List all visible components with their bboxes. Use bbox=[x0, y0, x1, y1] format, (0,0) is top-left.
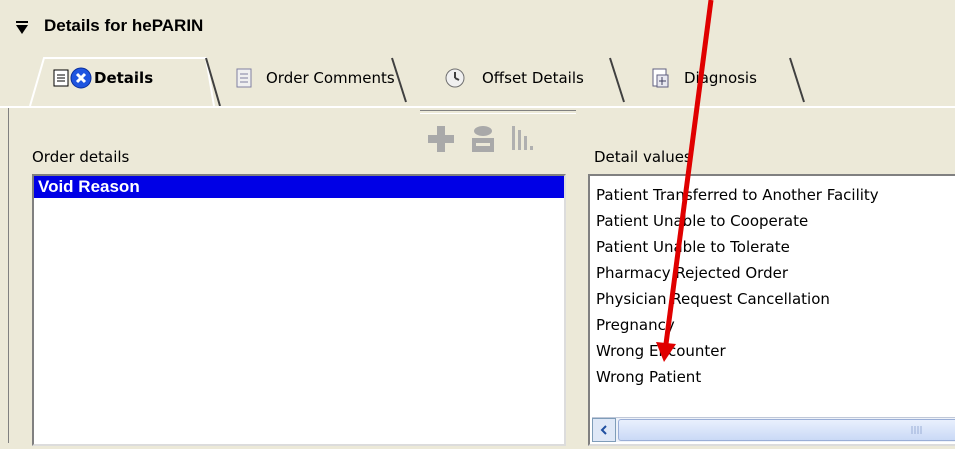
detail-value-item[interactable]: Patient Transferred to Another Facility bbox=[590, 182, 955, 208]
chevron-left-icon bbox=[600, 425, 607, 435]
order-details-label: Order details bbox=[32, 148, 130, 166]
tab-diagnosis[interactable]: Diagnosis bbox=[650, 56, 757, 100]
sort-icon[interactable] bbox=[508, 122, 542, 156]
scroll-left-button[interactable] bbox=[592, 418, 616, 442]
tab-diagnosis-label: Diagnosis bbox=[684, 69, 757, 87]
order-details-list[interactable]: Void Reason bbox=[32, 174, 566, 446]
tab-order-comments-label: Order Comments bbox=[266, 69, 395, 87]
horizontal-scrollbar[interactable] bbox=[592, 417, 955, 442]
detail-value-item[interactable]: Patient Unable to Tolerate bbox=[590, 234, 955, 260]
scroll-thumb[interactable] bbox=[618, 419, 955, 441]
tab-offset-details-label: Offset Details bbox=[482, 69, 584, 87]
order-detail-item-void-reason[interactable]: Void Reason bbox=[34, 176, 564, 198]
detail-values-label: Detail values bbox=[594, 148, 692, 166]
details-title: Details for hePARIN bbox=[44, 16, 204, 35]
detail-value-item[interactable]: Pregnancy bbox=[590, 312, 955, 338]
comments-icon bbox=[236, 68, 252, 88]
clock-icon bbox=[445, 68, 465, 88]
detail-value-item[interactable]: Patient Unable to Cooperate bbox=[590, 208, 955, 234]
detail-value-item[interactable]: Physician Request Cancellation bbox=[590, 286, 955, 312]
diagnosis-icon bbox=[652, 68, 669, 88]
detail-value-item[interactable]: Pharmacy Rejected Order bbox=[590, 260, 955, 286]
detail-value-item[interactable]: Wrong Patient bbox=[590, 364, 955, 390]
remove-icon[interactable] bbox=[466, 122, 500, 156]
tab-details[interactable]: Details bbox=[52, 56, 153, 100]
add-icon[interactable] bbox=[424, 122, 458, 156]
toolbar-separator bbox=[420, 110, 576, 114]
tab-order-comments[interactable]: Order Comments bbox=[234, 56, 395, 100]
collapse-triangle-icon[interactable] bbox=[14, 20, 30, 36]
tab-offset-details[interactable]: Offset Details bbox=[444, 56, 584, 100]
tab-details-label: Details bbox=[94, 69, 154, 87]
detail-value-item[interactable]: Wrong Encounter bbox=[590, 338, 955, 364]
cancel-x-icon bbox=[70, 67, 92, 89]
thumb-grip-icon bbox=[911, 426, 922, 434]
tab-strip: Details Order Comments Offset Details Di… bbox=[0, 50, 955, 108]
detail-values-list[interactable]: Patient Transferred to Another Facility … bbox=[588, 174, 955, 446]
details-header: Details for hePARIN bbox=[0, 0, 955, 50]
